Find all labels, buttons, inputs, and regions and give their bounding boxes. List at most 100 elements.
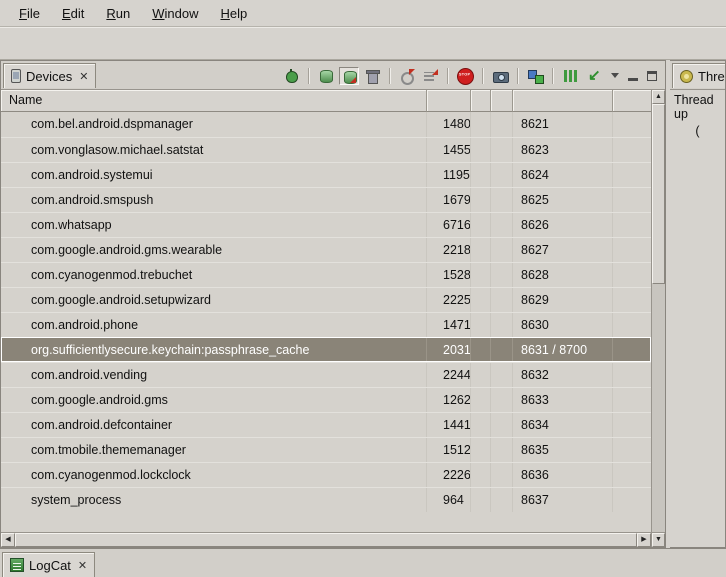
scroll-right-icon[interactable]: ▶ (637, 533, 651, 547)
tab-logcat-close-icon[interactable]: ✕ (78, 559, 87, 572)
empty-cell (491, 413, 513, 437)
tab-devices-label: Devices (26, 69, 72, 84)
process-name: com.android.defcontainer (1, 413, 427, 437)
stop-process-icon[interactable] (455, 67, 475, 85)
process-pid: 22440 (427, 363, 471, 387)
toolbar-separator (517, 68, 518, 84)
device-row[interactable]: com.cyanogenmod.trebuchet 1528 8628 (1, 262, 651, 287)
tab-devices[interactable]: Devices ✕ (3, 63, 96, 88)
horizontal-scrollbar-thumb[interactable] (15, 533, 637, 547)
device-row[interactable]: com.vonglasow.michael.satstat 14553 8623 (1, 137, 651, 162)
menu-help[interactable]: Help (211, 3, 256, 24)
process-name: com.android.systemui (1, 163, 427, 187)
main-area: Devices ✕ Name (0, 60, 726, 548)
view-menu-icon[interactable] (611, 73, 619, 78)
process-name: com.whatsapp (1, 213, 427, 237)
empty-cell (471, 313, 491, 337)
device-row[interactable]: system_process 964 8637 (1, 487, 651, 512)
device-row[interactable]: com.google.android.setupwizard 22250 862… (1, 287, 651, 312)
devices-panel: Devices ✕ Name (0, 60, 666, 548)
scroll-up-icon[interactable]: ▲ (652, 90, 665, 104)
method-profiling-icon[interactable] (420, 67, 440, 85)
empty-cell (471, 238, 491, 262)
device-row[interactable]: com.android.phone 1471 8630 (1, 312, 651, 337)
tab-devices-close-icon[interactable]: ✕ (79, 70, 88, 83)
device-row[interactable]: com.whatsapp 6716 8626 (1, 212, 651, 237)
process-name: com.vonglasow.michael.satstat (1, 138, 427, 162)
process-port: 8634 (513, 413, 613, 437)
empty-cell (471, 138, 491, 162)
tab-logcat[interactable]: LogCat ✕ (2, 552, 95, 577)
process-name: com.android.phone (1, 313, 427, 337)
system-state-icon[interactable] (560, 67, 580, 85)
menu-run[interactable]: Run (97, 3, 139, 24)
horizontal-scrollbar[interactable]: ◀ ▶ (1, 532, 651, 547)
process-pid: 14411 (427, 413, 471, 437)
device-row[interactable]: com.android.systemui 1195 8624 (1, 162, 651, 187)
main-window: File Edit Run Window Help Devices ✕ (0, 0, 726, 577)
process-port: 8626 (513, 213, 613, 237)
process-name: com.android.smspush (1, 188, 427, 212)
dump-hprof-icon[interactable] (339, 67, 359, 85)
process-name: system_process (1, 488, 427, 512)
scroll-left-icon[interactable]: ◀ (1, 533, 15, 547)
device-row[interactable]: com.bel.android.dspmanager 1480 8621 (1, 112, 651, 137)
device-row[interactable]: com.android.defcontainer 14411 8634 (1, 412, 651, 437)
debug-process-icon[interactable] (281, 67, 301, 85)
empty-cell (471, 363, 491, 387)
device-row[interactable]: org.sufficientlysecure.keychain:passphra… (1, 337, 651, 362)
bottom-tabbar: LogCat ✕ (0, 548, 726, 577)
threads-message: Thread up ( (670, 90, 725, 141)
vertical-scrollbar[interactable]: ▲ (651, 90, 665, 532)
empty-cell (471, 438, 491, 462)
device-row[interactable]: com.cyanogenmod.lockclock 22265 8636 (1, 462, 651, 487)
maximize-icon[interactable] (647, 71, 657, 81)
process-port: 8627 (513, 238, 613, 262)
menu-window[interactable]: Window (143, 3, 207, 24)
empty-cell (471, 413, 491, 437)
scroll-down-icon[interactable]: ▼ (652, 533, 665, 547)
update-heap-icon[interactable] (316, 67, 336, 85)
device-row[interactable]: com.google.android.gms 12623 8633 (1, 387, 651, 412)
process-name: com.android.vending (1, 363, 427, 387)
empty-cell (491, 263, 513, 287)
device-row[interactable]: com.android.vending 22440 8632 (1, 362, 651, 387)
empty-cell (471, 112, 491, 137)
empty-cell (491, 238, 513, 262)
devices-tabbar: Devices ✕ (1, 61, 665, 90)
vertical-scrollbar-track[interactable] (652, 284, 665, 532)
update-threads-icon[interactable] (397, 67, 417, 85)
process-port: 8633 (513, 388, 613, 412)
empty-cell (471, 463, 491, 487)
device-row[interactable]: com.google.android.gms.wearable 22185 86… (1, 237, 651, 262)
capture-arrow-icon[interactable] (583, 67, 603, 85)
process-name: com.tmobile.thememanager (1, 438, 427, 462)
process-name: com.google.android.setupwizard (1, 288, 427, 312)
process-pid: 1195 (427, 163, 471, 187)
toolbar-separator (308, 68, 309, 84)
device-row[interactable]: com.tmobile.thememanager 1512 8635 (1, 437, 651, 462)
screen-capture-icon[interactable] (490, 67, 510, 85)
process-name: com.cyanogenmod.lockclock (1, 463, 427, 487)
view-hierarchy-icon[interactable] (525, 67, 545, 85)
devices-toolbar (281, 67, 609, 85)
menu-edit[interactable]: Edit (53, 3, 93, 24)
device-row[interactable]: com.android.smspush 1679 8625 (1, 187, 651, 212)
toolbar-separator (552, 68, 553, 84)
column-header-name[interactable]: Name (1, 90, 427, 112)
cause-gc-icon[interactable] (362, 67, 382, 85)
process-name: com.bel.android.dspmanager (1, 112, 427, 137)
table-header: Name (1, 90, 651, 112)
menubar: File Edit Run Window Help (0, 0, 726, 27)
process-name: org.sufficientlysecure.keychain:passphra… (1, 338, 427, 362)
vertical-scrollbar-thumb[interactable] (652, 104, 665, 284)
menu-file[interactable]: File (10, 3, 49, 24)
threads-icon (680, 70, 693, 83)
column-header-port[interactable] (513, 90, 613, 112)
minimize-icon[interactable] (628, 78, 638, 81)
device-table-body: com.bel.android.dspmanager 1480 8621 com… (1, 112, 651, 532)
process-pid: 1512 (427, 438, 471, 462)
process-port: 8635 (513, 438, 613, 462)
column-header-pid[interactable] (427, 90, 471, 112)
tab-threads[interactable]: Threads ✕ (672, 63, 725, 88)
